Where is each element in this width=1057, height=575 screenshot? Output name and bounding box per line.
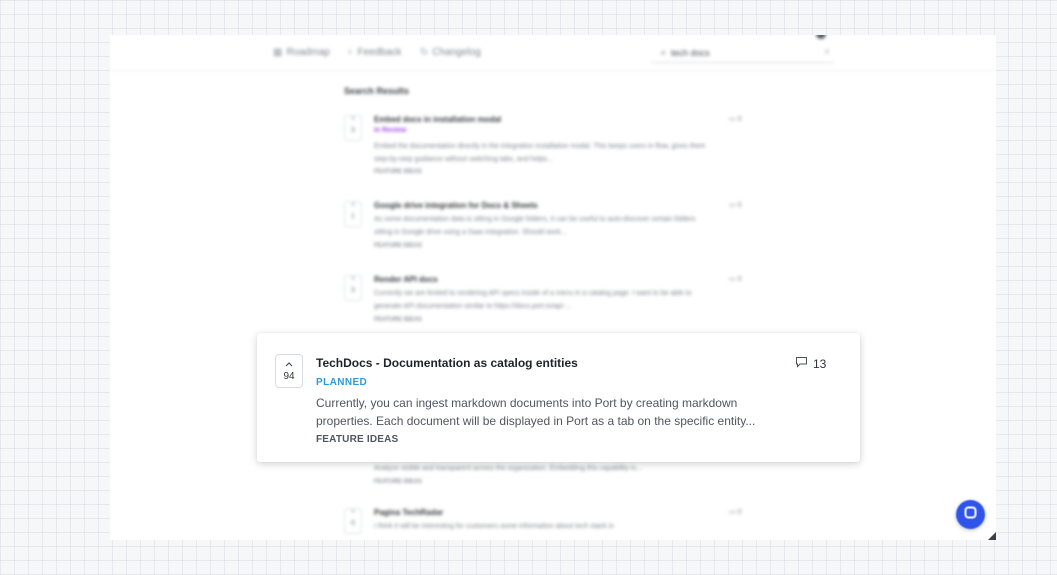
comment-count: ▭ 0 bbox=[729, 508, 741, 516]
avatar[interactable] bbox=[816, 35, 826, 39]
clear-search-icon[interactable]: × bbox=[824, 47, 830, 58]
chevron-up-icon bbox=[285, 360, 293, 369]
post-title[interactable]: TechDocs - Documentation as catalog enti… bbox=[316, 356, 578, 370]
highlighted-post-card[interactable]: 94 TechDocs - Documentation as catalog e… bbox=[257, 333, 860, 462]
post-tag: FEATURE IDEAS bbox=[316, 434, 399, 445]
post-tag: FEATURE IDEAS bbox=[374, 243, 422, 249]
post-title[interactable]: Embed docs in installation modal bbox=[374, 115, 501, 124]
post-body: I think it will be interesting for custo… bbox=[374, 523, 615, 530]
nav-roadmap-label: Roadmap bbox=[286, 47, 330, 58]
post-body: Currently we are limited to rendering AP… bbox=[374, 290, 692, 310]
list-item[interactable]: ^ 1 Google drive integration for Docs & … bbox=[344, 201, 764, 261]
comment-count: ▭ 0 bbox=[729, 275, 741, 283]
chevron-up-icon: ^ bbox=[351, 203, 355, 210]
chevron-up-icon: ^ bbox=[351, 277, 355, 284]
post-body: Currently, you can ingest markdown docum… bbox=[316, 396, 756, 428]
post-title[interactable]: Google drive integration for Docs & Shee… bbox=[374, 201, 538, 210]
status-badge: In Review bbox=[374, 127, 407, 134]
comment-icon: ▭ bbox=[729, 116, 736, 123]
comment-count-value: 0 bbox=[737, 509, 742, 516]
nav-changelog[interactable]: ↻ Changelog bbox=[420, 47, 481, 58]
comment-icon: ▭ bbox=[729, 202, 736, 209]
post-tag: FEATURE IDEAS bbox=[374, 317, 422, 323]
post-tag: FEATURE IDEAS bbox=[374, 479, 422, 485]
nav-feedback[interactable]: ♀ Feedback bbox=[346, 47, 401, 58]
comment-icon: ▭ bbox=[729, 509, 736, 516]
vote-count: 1 bbox=[351, 213, 355, 220]
upvote-button[interactable]: ^ 1 bbox=[344, 201, 362, 227]
vote-count: 3 bbox=[351, 127, 355, 134]
post-body: Embed the documentation directly in the … bbox=[374, 143, 706, 163]
comment-count-value: 0 bbox=[737, 276, 742, 283]
roadmap-icon: ▦ bbox=[273, 47, 283, 58]
upvote-button[interactable]: 94 bbox=[275, 354, 303, 388]
post-body: As some documentation data is sitting in… bbox=[374, 216, 696, 236]
list-item[interactable]: ^ 3 Render API docs Currently we are lim… bbox=[344, 275, 764, 335]
upvote-button[interactable]: ^ 3 bbox=[344, 275, 362, 301]
comment-count: ▭ 0 bbox=[729, 201, 741, 209]
comment-count: 13 bbox=[795, 356, 826, 371]
upvote-button[interactable]: ^ 3 bbox=[344, 115, 362, 141]
comment-icon bbox=[795, 356, 808, 371]
results-heading: Search Results bbox=[344, 86, 410, 96]
nav-changelog-label: Changelog bbox=[432, 47, 481, 58]
chevron-up-icon: ^ bbox=[351, 117, 355, 124]
status-badge: PLANNED bbox=[316, 377, 368, 388]
list-item[interactable]: ^ 3 Embed docs in installation modal In … bbox=[344, 115, 764, 185]
search-value: tech docs bbox=[671, 47, 710, 58]
vote-count: 3 bbox=[351, 287, 355, 294]
search-input[interactable]: ⌕ tech docs × bbox=[651, 43, 834, 63]
changelog-icon: ↻ bbox=[420, 47, 429, 58]
comment-count-value: 0 bbox=[737, 116, 742, 123]
comment-count: ▭ 0 bbox=[729, 115, 741, 123]
app-frame: ▦ Roadmap ♀ Feedback ↻ Changelog ⌕ tech … bbox=[110, 35, 996, 540]
top-navigation: ▦ Roadmap ♀ Feedback ↻ Changelog ⌕ tech … bbox=[110, 35, 996, 71]
chat-button[interactable] bbox=[956, 500, 985, 529]
nav-roadmap[interactable]: ▦ Roadmap bbox=[273, 47, 330, 58]
comment-count-value: 13 bbox=[813, 356, 827, 371]
upvote-button[interactable]: ^ 0 bbox=[344, 508, 362, 534]
list-item[interactable]: ^ 0 Pagina TechRadar I think it will be … bbox=[344, 508, 764, 538]
chevron-up-icon: ^ bbox=[351, 510, 355, 517]
post-body: Analyze visible and transparent across t… bbox=[374, 465, 642, 472]
chat-icon bbox=[964, 506, 977, 524]
list-item[interactable]: Analyze visible and transparent across t… bbox=[344, 462, 764, 492]
vote-count: 0 bbox=[351, 520, 355, 527]
lightbulb-icon: ♀ bbox=[346, 47, 354, 58]
comment-count-value: 0 bbox=[737, 202, 742, 209]
comment-icon: ▭ bbox=[729, 276, 736, 283]
search-icon: ⌕ bbox=[661, 47, 667, 57]
nav-feedback-label: Feedback bbox=[357, 47, 402, 58]
vote-count: 94 bbox=[283, 371, 295, 382]
post-title[interactable]: Render API docs bbox=[374, 275, 438, 284]
post-tag: FEATURE IDEAS bbox=[374, 169, 422, 175]
post-title[interactable]: Pagina TechRadar bbox=[374, 508, 443, 517]
